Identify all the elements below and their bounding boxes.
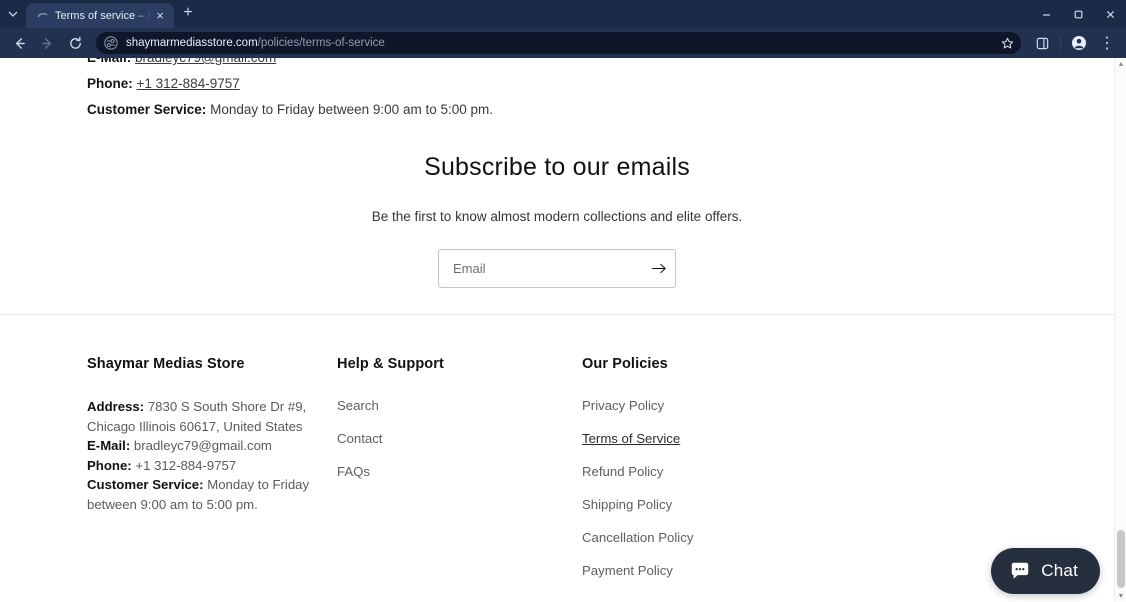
url-text: shaymarmediasstore.com/policies/terms-of… xyxy=(126,37,385,49)
newsletter-form xyxy=(438,249,676,288)
policy-email-label: E-Mail: xyxy=(87,58,131,65)
list-item: Cancellation Policy xyxy=(582,529,842,547)
footer-store-details: Address: 7830 S South Shore Dr #9, Chica… xyxy=(87,397,337,514)
back-arrow-icon xyxy=(15,37,25,49)
web-page: E-Mail: bradleyc79@gmail.com Phone: +1 3… xyxy=(0,58,1114,602)
chat-widget-label: Chat xyxy=(1041,561,1078,580)
footer-help-heading: Help & Support xyxy=(337,356,444,372)
browser-toolbar: shaymarmediasstore.com/policies/terms-of… xyxy=(0,28,1126,58)
footer-service-label: Customer Service: xyxy=(87,477,204,492)
footer-link-privacy-policy[interactable]: Privacy Policy xyxy=(582,398,664,413)
bookmark-star-icon[interactable] xyxy=(999,35,1015,51)
toolbar-right-group: ⋮ xyxy=(1029,30,1120,56)
chat-bubble-icon xyxy=(1012,562,1029,579)
list-item: Refund Policy xyxy=(582,463,842,481)
browser-window: Terms of service – Shaymar Me × + xyxy=(0,0,1126,602)
footer-policy-links: Privacy Policy Terms of Service Refund Pol… xyxy=(582,397,842,580)
scroll-up-arrow-icon[interactable]: ▲ xyxy=(1115,58,1126,70)
footer-help-links: Search Contact FAQs xyxy=(337,397,582,481)
toolbar-separator xyxy=(1060,35,1061,51)
footer-column-help: Help & Support Search Contact FAQs xyxy=(337,356,582,595)
forward-arrow-icon xyxy=(41,37,51,49)
chevron-down-icon xyxy=(8,11,18,17)
policy-service-value: Monday to Friday between 9:00 am to 5:00… xyxy=(210,102,493,117)
maximize-button[interactable] xyxy=(1062,0,1094,28)
minimize-icon xyxy=(1042,13,1050,16)
tab-search-button[interactable] xyxy=(0,0,26,28)
footer-email-value: bradleyc79@gmail.com xyxy=(133,438,272,453)
footer-link-terms-of-service[interactable]: Terms of Service xyxy=(582,431,680,446)
forward-button[interactable] xyxy=(34,30,60,56)
footer-link-search[interactable]: Search xyxy=(337,398,379,413)
minimize-button[interactable] xyxy=(1030,0,1062,28)
footer-link-shipping-policy[interactable]: Shipping Policy xyxy=(582,497,672,512)
email-input[interactable] xyxy=(439,250,643,287)
footer-address-label: Address: xyxy=(87,399,145,414)
footer-email-label: E-Mail: xyxy=(87,438,131,453)
profile-icon[interactable] xyxy=(1066,30,1092,56)
url-path: /policies/terms-of-service xyxy=(257,37,385,49)
policy-phone-label: Phone: xyxy=(87,76,133,91)
footer-store-heading: Shaymar Medias Store xyxy=(87,356,245,372)
close-window-button[interactable] xyxy=(1094,0,1126,28)
url-domain: shaymarmediasstore.com xyxy=(126,37,258,49)
site-settings-icon[interactable] xyxy=(104,36,118,50)
scrollbar-thumb[interactable] xyxy=(1117,530,1125,588)
page-viewport: E-Mail: bradleyc79@gmail.com Phone: +1 3… xyxy=(0,58,1126,602)
newsletter-submit-button[interactable] xyxy=(643,250,675,287)
policy-email-row: E-Mail: bradleyc79@gmail.com xyxy=(87,58,1027,71)
tab-strip: Terms of service – Shaymar Me × + xyxy=(0,0,1126,28)
list-item: Search xyxy=(337,397,582,415)
list-item: Terms of Service xyxy=(582,430,842,448)
newsletter-subheading: Be the first to know almost modern colle… xyxy=(371,209,743,224)
reload-icon xyxy=(69,36,81,49)
page-scrollbar[interactable]: ▲ ▼ xyxy=(1114,58,1126,602)
tab-close-icon[interactable]: × xyxy=(152,8,168,24)
maximize-icon xyxy=(1074,10,1082,18)
window-controls xyxy=(1030,0,1126,28)
footer-policies-heading: Our Policies xyxy=(582,356,668,372)
policy-phone-link[interactable]: +1 312-884-9757 xyxy=(137,76,240,91)
footer-phone-label: Phone: xyxy=(87,457,132,473)
policy-email-link[interactable]: bradleyc79@gmail.com xyxy=(135,58,276,65)
back-button[interactable] xyxy=(6,30,32,56)
new-tab-button[interactable]: + xyxy=(174,0,202,27)
newsletter-heading: Subscribe to our emails xyxy=(424,153,690,181)
list-item: FAQs xyxy=(337,463,582,481)
list-item: Shipping Policy xyxy=(582,496,842,514)
chat-widget-button[interactable]: Chat xyxy=(991,548,1100,594)
footer-link-refund-policy[interactable]: Refund Policy xyxy=(582,464,663,479)
policy-service-row: Customer Service: Monday to Friday betwe… xyxy=(87,97,1027,123)
site-favicon xyxy=(36,10,48,22)
list-item: Privacy Policy xyxy=(582,397,842,415)
scroll-down-arrow-icon[interactable]: ▼ xyxy=(1115,590,1126,602)
close-icon xyxy=(1106,10,1114,18)
tab-title: Terms of service – Shaymar Me xyxy=(55,9,152,22)
list-item: Payment Policy xyxy=(582,562,842,580)
policy-contact-block: E-Mail: bradleyc79@gmail.com Phone: +1 3… xyxy=(87,58,1027,123)
policy-service-label: Customer Service: xyxy=(87,102,207,117)
footer-phone-value: +1 312-884-9757 xyxy=(135,457,237,473)
footer-columns: Shaymar Medias Store Address: 7830 S Sou… xyxy=(87,315,1027,595)
footer-link-cancellation-policy[interactable]: Cancellation Policy xyxy=(582,530,693,545)
footer-column-policies: Our Policies Privacy Policy Terms of Serv… xyxy=(582,356,842,595)
footer-column-store: Shaymar Medias Store Address: 7830 S Sou… xyxy=(87,356,337,595)
newsletter-section: Subscribe to our emails Be the first to … xyxy=(0,123,1114,288)
policy-phone-row: Phone: +1 312-884-9757 xyxy=(87,71,1027,97)
reload-button[interactable] xyxy=(62,30,88,56)
split-screen-icon[interactable] xyxy=(1029,30,1055,56)
arrow-right-icon xyxy=(651,263,666,274)
footer-link-payment-policy[interactable]: Payment Policy xyxy=(582,563,673,578)
list-item: Contact xyxy=(337,430,582,448)
footer-link-faqs[interactable]: FAQs xyxy=(337,464,370,479)
browser-menu-button[interactable]: ⋮ xyxy=(1094,30,1120,56)
footer-link-contact[interactable]: Contact xyxy=(337,431,382,446)
address-bar[interactable]: shaymarmediasstore.com/policies/terms-of… xyxy=(96,32,1021,54)
browser-tab[interactable]: Terms of service – Shaymar Me × xyxy=(26,3,174,28)
